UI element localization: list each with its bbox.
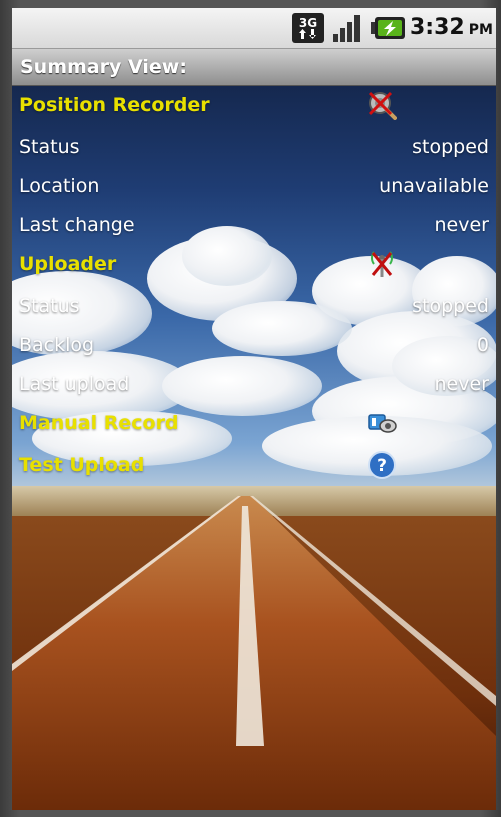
manual-record-button[interactable]: Manual Record [12,404,496,442]
last-upload-label: Last upload [19,373,130,395]
last-change-row: Last change never [12,206,496,244]
backlog-row: Backlog 0 [12,326,496,364]
last-upload-value: never [434,373,489,395]
clock: 3:32 PM [410,13,493,43]
uploader-status-value: stopped [412,295,489,317]
position-recorder-heading: Position Recorder [19,94,210,116]
help-icon[interactable]: ? [367,450,397,480]
manual-record-label: Manual Record [19,412,179,434]
clock-time: 3:32 [410,15,465,40]
backlog-value: 0 [476,334,489,356]
battery-charging-icon [371,17,405,39]
screen: 3G 3:32 PM Summary View: Position Record… [12,8,496,810]
backlog-label: Backlog [19,334,95,356]
clock-ampm: PM [468,22,493,38]
title-bar: Summary View: [12,49,496,86]
network-label: 3G [299,16,317,30]
last-change-label: Last change [19,214,135,236]
position-recorder-header: Position Recorder [12,86,496,124]
recorder-status-row: Status stopped [12,128,496,166]
uploader-status-label: Status [19,295,80,317]
location-value: unavailable [379,175,489,197]
recorder-status-label: Status [19,136,80,158]
signal-strength-icon [333,15,360,42]
location-label: Location [19,175,100,197]
uploader-status-row: Status stopped [12,287,496,325]
network-3g-icon: 3G [292,13,324,43]
last-change-value: never [434,214,489,236]
antenna-off-icon [371,251,393,277]
svg-text:?: ? [377,456,387,476]
recorder-off-icon [368,91,397,120]
status-bar: 3G 3:32 PM [12,8,496,49]
location-row: Location unavailable [12,167,496,205]
test-upload-label: Test Upload [19,454,145,476]
test-upload-button[interactable]: Test Upload ? [12,446,496,484]
record-icon[interactable] [367,408,397,438]
page-title: Summary View: [20,56,187,78]
recorder-status-value: stopped [412,136,489,158]
uploader-header: Uploader [12,245,496,283]
last-upload-row: Last upload never [12,365,496,403]
uploader-heading: Uploader [19,253,117,275]
